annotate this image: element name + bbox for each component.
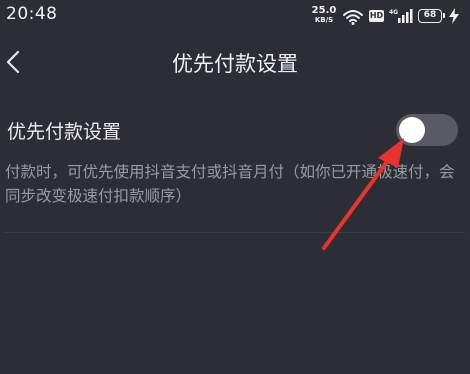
annotation-arrow-icon <box>322 138 404 250</box>
